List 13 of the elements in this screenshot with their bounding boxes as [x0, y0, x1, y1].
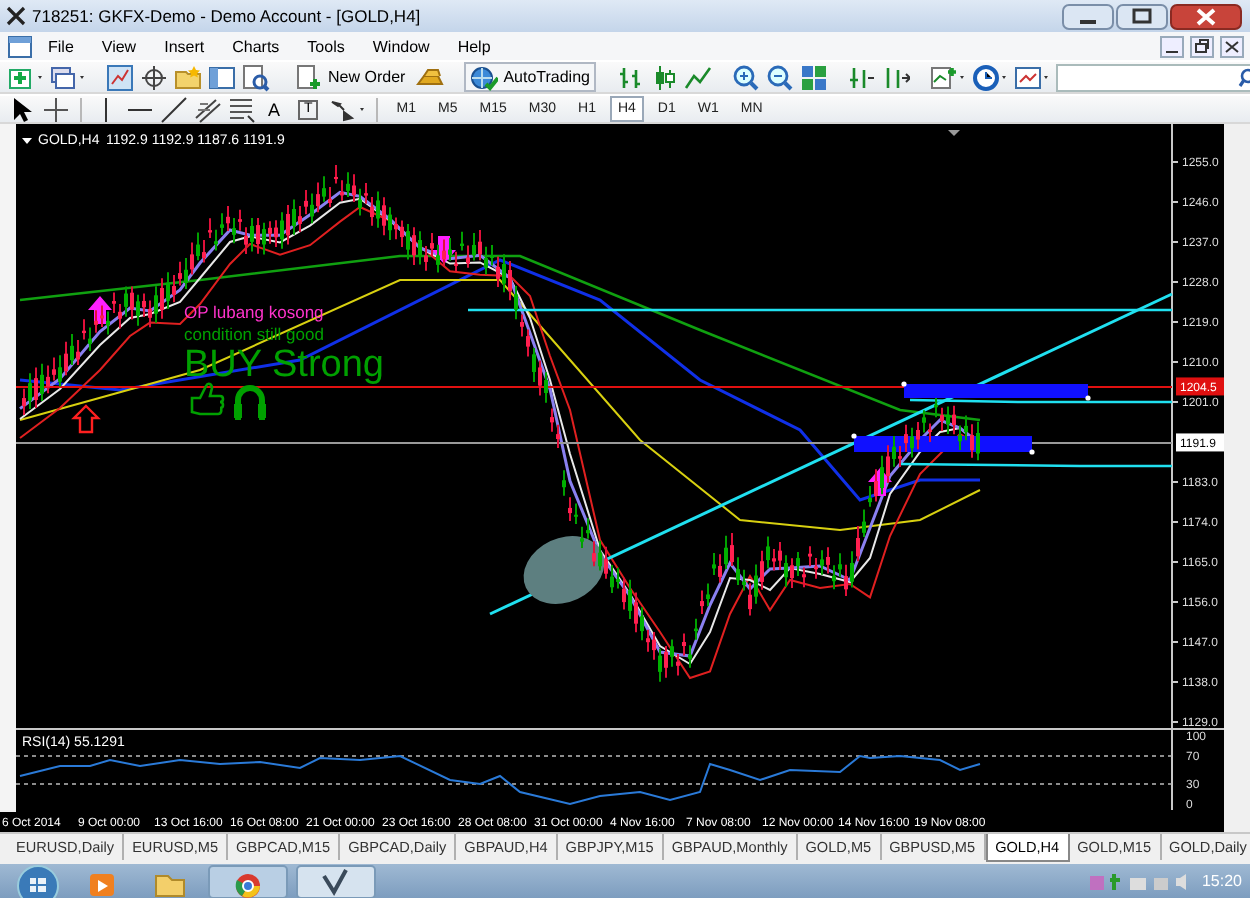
clock: 15:20	[1201, 872, 1242, 890]
menu-item[interactable]: Help	[445, 37, 503, 55]
menu-item[interactable]: Tools	[295, 37, 357, 55]
menu-item[interactable]: Window	[360, 37, 442, 55]
signal-text: condition still good	[184, 324, 324, 344]
new-order-button[interactable]: New Order	[290, 62, 410, 92]
autotrading-button[interactable]: AutoTrading	[463, 62, 596, 92]
menu-item[interactable]: Charts	[220, 37, 292, 55]
menu-item[interactable]: View	[89, 37, 149, 55]
menu-item[interactable]: File	[36, 37, 86, 55]
window-title: 718251: GKFX-Demo - Demo Account - [GOLD,H4]	[32, 6, 421, 26]
menu-item[interactable]: Insert	[152, 37, 217, 55]
text-tool[interactable]: A	[262, 97, 287, 121]
